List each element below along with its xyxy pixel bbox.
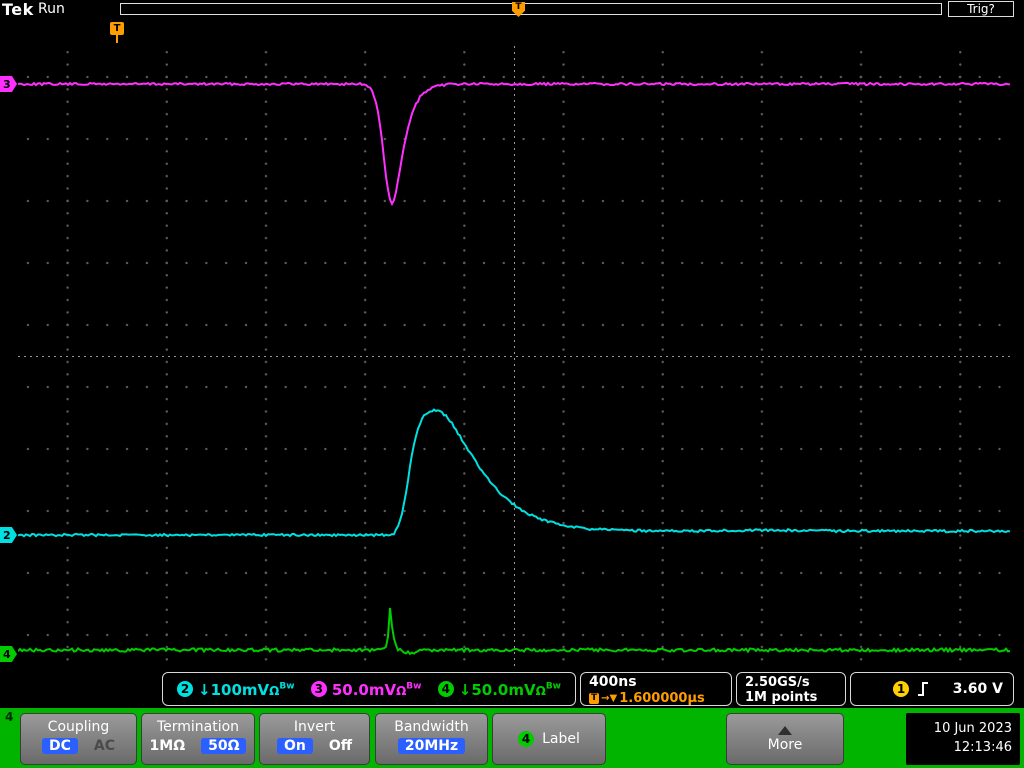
- time-label: 12:13:46: [953, 740, 1012, 755]
- label-button[interactable]: 4 Label: [492, 713, 606, 765]
- coupling-title: Coupling: [47, 719, 110, 735]
- sample-rate: 2.50GS/s: [745, 675, 810, 690]
- more-button[interactable]: More: [726, 713, 844, 765]
- invert-off-option[interactable]: Off: [329, 738, 352, 754]
- trigger-delay-readout: T →▼ 1.600000µs: [589, 691, 723, 706]
- channel-marker-4: 4: [0, 646, 17, 662]
- trigger-status-badge: Trig?: [948, 1, 1014, 17]
- date-time-display: 10 Jun 2023 12:13:46: [906, 713, 1020, 765]
- more-up-arrow-icon: [778, 725, 792, 735]
- channel-marker-label: 4: [3, 647, 11, 661]
- channel-marker-2: 2: [0, 527, 17, 543]
- invert-button[interactable]: Invert On Off: [259, 713, 370, 765]
- trigger-readout: 1 3.60 V: [850, 672, 1014, 706]
- trigger-status-label: Trig?: [967, 2, 995, 16]
- ch2-trace: [18, 408, 1010, 538]
- waveform-display: [18, 81, 1010, 656]
- date-label: 10 Jun 2023: [933, 721, 1012, 736]
- delay-t-icon: T: [589, 693, 600, 704]
- menu-channel-indicator: 4: [5, 710, 14, 724]
- trigger-position-flag: T: [110, 22, 124, 43]
- ch4-scale-readout: 4 ↓50.0mVΩBw: [437, 680, 561, 699]
- acquisition-readout: 2.50GS/s 1M points: [736, 672, 846, 706]
- trigger-flag-icon: T: [110, 22, 124, 35]
- label-title: Label: [542, 731, 580, 747]
- record-view-bar: [120, 3, 942, 15]
- label-channel-badge: 4: [518, 731, 535, 747]
- ch2-scale-text: ↓100mVΩBw: [198, 680, 295, 699]
- timebase-readout: 400ns T →▼ 1.600000µs: [580, 672, 732, 706]
- termination-50ohm-option[interactable]: 50Ω: [201, 738, 247, 754]
- bandwidth-button[interactable]: Bandwidth 20MHz: [375, 713, 488, 765]
- ch3-badge: 3: [310, 681, 327, 697]
- ch3-scale-readout: 3 50.0mVΩBw: [310, 680, 422, 699]
- ch2-scale-readout: 2 ↓100mVΩBw: [177, 680, 295, 699]
- ch2-badge: 2: [177, 681, 193, 697]
- invert-title: Invert: [293, 719, 336, 735]
- ch4-trace: [18, 607, 1010, 656]
- coupling-dc-option[interactable]: DC: [41, 738, 78, 754]
- invert-on-option[interactable]: On: [276, 738, 313, 754]
- record-length: 1M points: [745, 690, 818, 705]
- channel-marker-label: 3: [3, 77, 11, 91]
- trigger-slope-icon: [918, 682, 928, 696]
- channel-marker-3: 3: [0, 76, 17, 92]
- ch3-trace: [18, 81, 1010, 207]
- trigger-level: 3.60 V: [952, 681, 1003, 697]
- termination-button[interactable]: Termination 1MΩ 50Ω: [141, 713, 255, 765]
- trigger-flag-stem: [116, 35, 118, 43]
- trigger-source-badge: 1: [893, 681, 909, 697]
- graticule: [18, 46, 1010, 666]
- acquisition-status: Run: [38, 1, 65, 17]
- tek-logo: Tek: [2, 0, 34, 19]
- delay-arrow-icon: →▼: [601, 693, 618, 704]
- channel-scale-readouts: 2 ↓100mVΩBw 3 50.0mVΩBw 4 ↓50.0mVΩBw: [162, 672, 576, 706]
- channel-marker-label: 2: [3, 528, 11, 542]
- bandwidth-20mhz-option[interactable]: 20MHz: [397, 738, 466, 754]
- termination-title: Termination: [156, 719, 240, 735]
- bandwidth-title: Bandwidth: [394, 719, 469, 735]
- delay-value: 1.600000µs: [619, 691, 705, 706]
- coupling-ac-option[interactable]: AC: [94, 738, 115, 754]
- timebase-value: 400ns: [589, 674, 637, 690]
- ch4-badge: 4: [437, 681, 454, 697]
- termination-1mohm-option[interactable]: 1MΩ: [150, 738, 186, 754]
- ch3-scale-text: 50.0mVΩBw: [331, 680, 422, 699]
- more-title: More: [767, 736, 803, 753]
- ch4-scale-text: ↓50.0mVΩBw: [458, 680, 561, 699]
- coupling-button[interactable]: Coupling DC AC: [20, 713, 137, 765]
